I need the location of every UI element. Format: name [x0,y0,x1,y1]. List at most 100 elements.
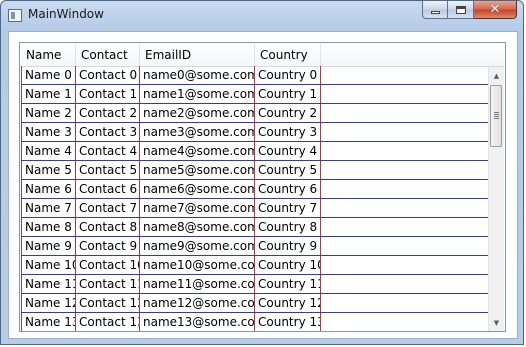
cell-emailid[interactable]: name9@some.com [140,237,255,255]
cell-emailid[interactable]: name11@some.com [140,275,255,293]
title-bar[interactable]: MainWindow ✕ [1,1,523,31]
column-header-emailid[interactable]: EmailID [140,44,255,66]
cell-name[interactable]: Name 7 [21,199,76,217]
data-grid[interactable]: Name Contact EmailID Country Name 0 Conta… [19,42,506,332]
cell-country[interactable]: Country 8 [255,218,321,236]
cell-name[interactable]: Name 6 [21,180,76,198]
chevron-down-icon: ▼ [493,318,500,327]
cell-contact[interactable]: Contact 7 [76,199,140,217]
scrollbar-thumb[interactable] [490,85,502,147]
table-row[interactable]: Name 11 Contact 11 name11@some.com Country … [21,275,490,294]
column-header-contact[interactable]: Contact [76,44,140,66]
cell-emailid[interactable]: name12@some.com [140,294,255,312]
cell-country[interactable]: Country 12 [255,294,321,312]
table-row[interactable]: Name 3 Contact 3 name3@some.com Country 3 [21,123,490,142]
table-row[interactable]: Name 5 Contact 5 name5@some.com Country 5 [21,161,490,180]
cell-country[interactable]: Country 9 [255,237,321,255]
cell-emailid[interactable]: name4@some.com [140,142,255,160]
cell-filler [321,237,490,255]
cell-contact[interactable]: Contact 3 [76,123,140,141]
cell-country[interactable]: Country 4 [255,142,321,160]
cell-filler [321,161,490,179]
table-row[interactable]: Name 0 Contact 0 name0@some.com Country 0 [21,66,490,85]
cell-name[interactable]: Name 1 [21,85,76,103]
main-window: MainWindow ✕ Name Contact EmailID Countr… [0,0,524,345]
cell-emailid[interactable]: name3@some.com [140,123,255,141]
cell-name[interactable]: Name 11 [21,275,76,293]
cell-name[interactable]: Name 13 [21,313,76,331]
cell-country[interactable]: Country 0 [255,66,321,84]
cell-filler [321,294,490,312]
cell-contact[interactable]: Contact 4 [76,142,140,160]
cell-contact[interactable]: Contact 1 [76,85,140,103]
cell-country[interactable]: Country 2 [255,104,321,122]
table-row[interactable]: Name 7 Contact 7 name7@some.com Country 7 [21,199,490,218]
maximize-button[interactable] [448,1,474,19]
cell-emailid[interactable]: name2@some.com [140,104,255,122]
cell-country[interactable]: Country 10 [255,256,321,274]
column-header-name[interactable]: Name [21,44,76,66]
cell-emailid[interactable]: name0@some.com [140,66,255,84]
cell-country[interactable]: Country 5 [255,161,321,179]
cell-country[interactable]: Country 13 [255,313,321,331]
cell-name[interactable]: Name 8 [21,218,76,236]
table-row[interactable]: Name 13 Contact 13 name13@some.com Country … [21,313,490,331]
cell-contact[interactable]: Contact 0 [76,66,140,84]
cell-emailid[interactable]: name6@some.com [140,180,255,198]
scroll-down-button[interactable]: ▼ [489,314,504,331]
table-row[interactable]: Name 10 Contact 10 name10@some.com Country … [21,256,490,275]
table-row[interactable]: Name 6 Contact 6 name6@some.com Country 6 [21,180,490,199]
cell-emailid[interactable]: name10@some.com [140,256,255,274]
window-title: MainWindow [28,7,104,21]
table-row[interactable]: Name 12 Contact 12 name12@some.com Country … [21,294,490,313]
cell-emailid[interactable]: name13@some.com [140,313,255,331]
scroll-up-button[interactable]: ▲ [489,67,504,84]
cell-name[interactable]: Name 0 [21,66,76,84]
cell-filler [321,199,490,217]
table-row[interactable]: Name 2 Contact 2 name2@some.com Country 2 [21,104,490,123]
cell-country[interactable]: Country 11 [255,275,321,293]
minimize-icon [431,11,440,14]
cell-contact[interactable]: Contact 5 [76,161,140,179]
cell-country[interactable]: Country 6 [255,180,321,198]
table-row[interactable]: Name 9 Contact 9 name9@some.com Country 9 [21,237,490,256]
cell-emailid[interactable]: name1@some.com [140,85,255,103]
close-button[interactable]: ✕ [474,1,517,19]
cell-name[interactable]: Name 9 [21,237,76,255]
window-icon[interactable] [8,9,22,22]
cell-name[interactable]: Name 4 [21,142,76,160]
table-row[interactable]: Name 8 Contact 8 name8@some.com Country 8 [21,218,490,237]
cell-contact[interactable]: Contact 13 [76,313,140,331]
cell-name[interactable]: Name 5 [21,161,76,179]
vertical-scrollbar[interactable]: ▲ ▼ [488,67,504,331]
cell-filler [321,218,490,236]
cell-country[interactable]: Country 1 [255,85,321,103]
cell-name[interactable]: Name 2 [21,104,76,122]
cell-emailid[interactable]: name8@some.com [140,218,255,236]
grid-body: Name 0 Contact 0 name0@some.com Country 0 Na… [21,66,490,331]
cell-filler [321,66,490,84]
column-header-country[interactable]: Country [255,44,321,66]
grip-line [494,112,499,113]
cell-contact[interactable]: Contact 10 [76,256,140,274]
cell-country[interactable]: Country 7 [255,199,321,217]
cell-name[interactable]: Name 12 [21,294,76,312]
cell-emailid[interactable]: name5@some.com [140,161,255,179]
cell-emailid[interactable]: name7@some.com [140,199,255,217]
cell-filler [321,104,490,122]
table-row[interactable]: Name 1 Contact 1 name1@some.com Country 1 [21,85,490,104]
cell-name[interactable]: Name 10 [21,256,76,274]
cell-country[interactable]: Country 3 [255,123,321,141]
cell-filler [321,275,490,293]
cell-contact[interactable]: Contact 6 [76,180,140,198]
cell-contact[interactable]: Contact 9 [76,237,140,255]
cell-name[interactable]: Name 3 [21,123,76,141]
minimize-button[interactable] [422,1,448,19]
column-header-row: Name Contact EmailID Country [21,44,504,67]
cell-contact[interactable]: Contact 12 [76,294,140,312]
cell-contact[interactable]: Contact 11 [76,275,140,293]
table-row[interactable]: Name 4 Contact 4 name4@some.com Country 4 [21,142,490,161]
cell-contact[interactable]: Contact 2 [76,104,140,122]
cell-filler [321,142,490,160]
cell-contact[interactable]: Contact 8 [76,218,140,236]
